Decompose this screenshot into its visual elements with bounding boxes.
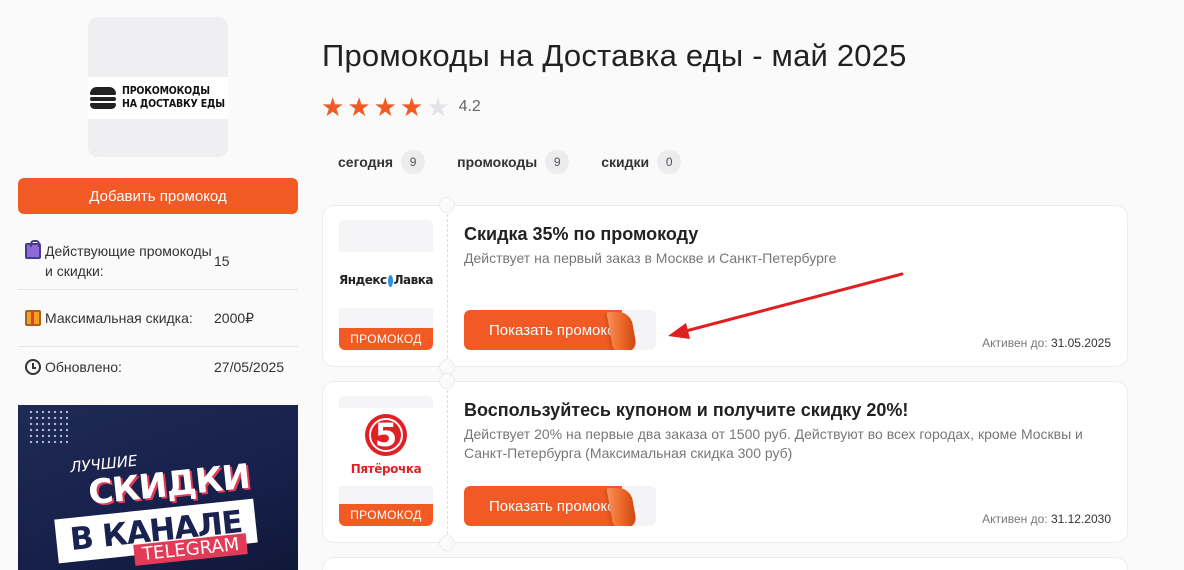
annotation-arrow-icon bbox=[668, 272, 904, 339]
offer-type-badge: ПРОМОКОД bbox=[339, 328, 433, 350]
brand-text-left: Яндекс bbox=[339, 273, 387, 287]
page-title: Промокоды на Доставка еды - май 2025 bbox=[322, 38, 907, 73]
offer-title[interactable]: Воспользуйтесь купоном и получите скидку… bbox=[464, 400, 908, 421]
star-icon[interactable]: ★ bbox=[400, 94, 423, 120]
stat-row-max-discount: Максимальная скидка: 2000₽ bbox=[18, 290, 298, 347]
add-promocode-button[interactable]: Добавить промокод bbox=[18, 178, 298, 214]
shopping-bags-icon bbox=[25, 239, 41, 259]
star-icon[interactable]: ★ bbox=[374, 94, 397, 120]
dots-decoration bbox=[28, 409, 68, 443]
filter-discounts[interactable]: скидки 0 bbox=[601, 150, 682, 174]
offer-type-badge: ПРОМОКОД bbox=[339, 504, 433, 526]
stopwatch-icon bbox=[25, 359, 41, 375]
logo-text-line1: ПРОКОМОКОДЫ bbox=[122, 85, 210, 97]
rating-value: 4.2 bbox=[458, 98, 481, 115]
stat-row-updated: Обновлено: 27/05/2025 bbox=[18, 347, 298, 387]
active-until-date: 31.12.2030 bbox=[1050, 512, 1111, 526]
pyaterochka-logo: 5 Пятёрочка bbox=[339, 408, 433, 486]
show-promocode-label: Показать промокод bbox=[464, 310, 624, 350]
logo-banner: ПРОКОМОКОДЫ НА ДОСТАВКУ ЕДЫ bbox=[88, 77, 228, 119]
show-promocode-button[interactable]: Показать промокод bbox=[464, 486, 656, 526]
offer-description: Действует на первый заказ в Москве и Сан… bbox=[464, 250, 837, 266]
brand-digit: 5 bbox=[365, 414, 407, 456]
filter-tabs: сегодня 9 промокоды 9 скидки 0 bbox=[338, 150, 713, 174]
gift-icon bbox=[25, 310, 41, 326]
filter-count-badge: 9 bbox=[401, 150, 426, 174]
show-promocode-button[interactable]: Показать промокод bbox=[464, 310, 656, 350]
store-stats: Действующие промокоды и скидки: 15 Макси… bbox=[18, 232, 298, 387]
brand-text-right: Лавка bbox=[393, 273, 433, 287]
stat-label: Максимальная скидка: bbox=[45, 310, 193, 326]
active-until: Активен до: 31.05.2025 bbox=[982, 336, 1111, 350]
stat-row-active-codes: Действующие промокоды и скидки: 15 bbox=[18, 232, 298, 290]
stat-label: Обновлено: bbox=[45, 359, 122, 375]
offer-description: Действует 20% на первые два заказа от 15… bbox=[464, 426, 1083, 461]
filter-count-badge: 9 bbox=[545, 150, 570, 174]
stat-value: 27/05/2025 bbox=[214, 359, 285, 375]
offer-card: 5 Пятёрочка ПРОМОКОД Воспользуйтесь купо… bbox=[322, 373, 1128, 551]
filter-count-badge: 0 bbox=[657, 150, 682, 174]
logo-text: ПРОКОМОКОДЫ НА ДОСТАВКУ ЕДЫ bbox=[122, 85, 225, 111]
star-icon[interactable]: ★ bbox=[321, 94, 344, 120]
stat-value: 15 bbox=[214, 252, 230, 269]
store-logo: ПРОКОМОКОДЫ НА ДОСТАВКУ ЕДЫ bbox=[88, 17, 228, 157]
rating[interactable]: ★ ★ ★ ★ ★ 4.2 bbox=[321, 94, 481, 120]
filter-today[interactable]: сегодня 9 bbox=[338, 150, 426, 174]
brand-name: Пятёрочка bbox=[350, 462, 422, 476]
stat-value: 2000₽ bbox=[214, 309, 255, 326]
offer-card-partial bbox=[322, 557, 1128, 570]
telegram-banner[interactable]: ЛУЧШИЕ СКИДКИ В КАНАЛЕ TELEGRAM bbox=[18, 405, 298, 570]
offer-title[interactable]: Скидка 35% по промокоду bbox=[464, 224, 698, 245]
star-empty-icon[interactable]: ★ bbox=[426, 94, 449, 120]
active-until: Активен до: 31.12.2030 bbox=[982, 512, 1111, 526]
brand-logo[interactable]: 5 Пятёрочка ПРОМОКОД bbox=[339, 396, 433, 526]
filter-label: скидки bbox=[601, 154, 650, 170]
brand-logo[interactable]: Яндекс Лавка ПРОМОКОД bbox=[339, 220, 433, 350]
filter-label: промокоды bbox=[457, 154, 538, 170]
stat-label: Действующие промокоды и скидки: bbox=[45, 242, 212, 279]
active-until-date: 31.05.2025 bbox=[1050, 336, 1111, 350]
show-promocode-label: Показать промокод bbox=[464, 486, 624, 526]
filter-label: сегодня bbox=[338, 154, 394, 170]
filter-promocodes[interactable]: промокоды 9 bbox=[457, 150, 570, 174]
burger-icon bbox=[90, 85, 116, 111]
yandex-lavka-logo: Яндекс Лавка bbox=[339, 252, 433, 308]
heart-icon bbox=[387, 275, 393, 287]
star-icon[interactable]: ★ bbox=[347, 94, 370, 120]
logo-text-line2: НА ДОСТАВКУ ЕДЫ bbox=[122, 98, 225, 110]
